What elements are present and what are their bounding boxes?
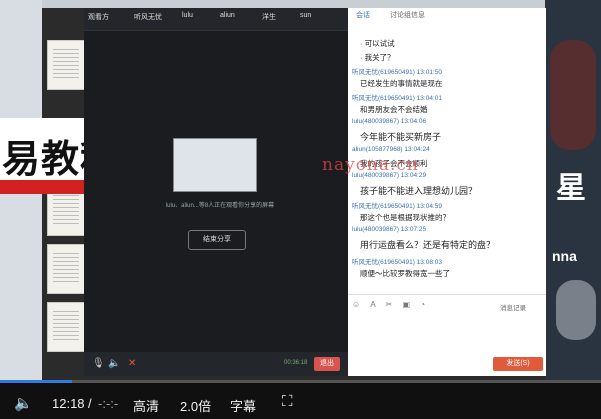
call-timer: 00:36:18 (284, 360, 308, 366)
total-time: -:-:- (98, 396, 119, 411)
emoji-icon[interactable]: ☺ (352, 300, 360, 309)
chat-history-link[interactable]: 消息记录 (500, 302, 526, 312)
chat-message-meta: 听风无忧(619650491) 13:01:50 (352, 69, 442, 76)
microphone-icon[interactable]: 🎙 (92, 358, 105, 369)
chat-message-text: · 可以试试 (360, 39, 395, 48)
page-thumbnail[interactable] (47, 302, 85, 352)
tab-group-info[interactable]: 讨论组信息 (390, 12, 425, 19)
camera-off-icon[interactable]: ✕ (128, 358, 136, 369)
current-time: 12:18 (52, 396, 85, 411)
chat-message-text: 用行运盘看么？还是有特定的盘？ (360, 240, 496, 250)
chat-message-text: 那这个也是根据现状推的？ (360, 213, 450, 222)
decor-shape (550, 40, 596, 150)
watermark: nayona.cn (322, 155, 419, 175)
viewer-tab[interactable]: aliun (220, 12, 235, 19)
viewer-tab[interactable]: sun (300, 12, 311, 19)
volume-icon[interactable]: 🔈 (14, 394, 33, 412)
chat-message-meta: 听风无忧(619650491) 13:04:59 (352, 203, 442, 210)
speaker-icon[interactable]: 🔈 (108, 358, 120, 369)
chat-message-text: · 我关了？ (360, 53, 395, 62)
chat-divider (348, 294, 546, 295)
chat-message-meta: 听风无忧(619650491) 13:04:01 (352, 95, 442, 102)
shake-icon[interactable]: ◔ (420, 300, 425, 309)
chat-tabs: 会话 讨论组信息 (356, 10, 425, 20)
subtitles-button[interactable]: 字幕 (230, 396, 256, 415)
exit-button[interactable]: 退出 (314, 357, 340, 371)
send-button[interactable]: 发送(S) (493, 357, 543, 371)
chat-message-meta: aliun(105877968) 13:04:24 (352, 146, 430, 153)
chat-message-meta: lulu(480039867) 13:07:25 (352, 226, 427, 233)
chat-message-text: 顺便～比较罗教得宽一些了 (360, 269, 450, 278)
shared-screen-preview (173, 138, 257, 192)
chat-message-text: 今年能不能买新房子 (360, 132, 442, 142)
chat-message-text: 已经发生的事情就是现在 (360, 79, 443, 88)
screenshot-icon[interactable]: ✂ (386, 300, 393, 309)
share-status-text: lulu、aliun...等8人正在观看你分享的屏幕 (165, 203, 275, 209)
chat-message-text: 孩子能不能进入理想幼儿园？ (360, 186, 478, 196)
tab-conversation[interactable]: 会话 (356, 12, 370, 19)
fullscreen-icon[interactable]: ⛶ (282, 393, 293, 410)
chat-toolbar: ☺ A ✂ ▣ ◔ (352, 300, 425, 309)
page-thumbnail[interactable] (47, 40, 85, 90)
decor-star-text: 星 (556, 172, 586, 205)
screen-share-window (84, 8, 348, 376)
desktop-toolbar (42, 0, 562, 8)
quality-button[interactable]: 高清 (133, 396, 159, 415)
chat-message-text: 和男朋友会不会结婚 (360, 105, 428, 114)
viewer-tab[interactable]: 听风无忧 (134, 12, 162, 22)
image-icon[interactable]: ▣ (402, 300, 410, 309)
viewer-tab[interactable]: 洋生 (262, 12, 276, 22)
viewer-tab[interactable]: 观看方 (88, 12, 109, 22)
decor-anna-text: nna (552, 248, 577, 264)
speed-button[interactable]: 2.0倍 (180, 396, 211, 415)
viewer-tab[interactable]: lulu (182, 12, 193, 19)
end-share-button[interactable]: 结束分享 (188, 230, 246, 250)
chat-message-meta: 听风无忧(619650491) 13:08:03 (352, 259, 442, 266)
chat-message-meta: lulu(480039867) 13:04:06 (352, 118, 427, 125)
decor-shape (556, 280, 596, 340)
font-icon[interactable]: A (370, 300, 375, 309)
call-controls-bar (84, 352, 348, 376)
page-thumbnail[interactable] (47, 244, 85, 294)
time-separator: / (88, 396, 92, 411)
